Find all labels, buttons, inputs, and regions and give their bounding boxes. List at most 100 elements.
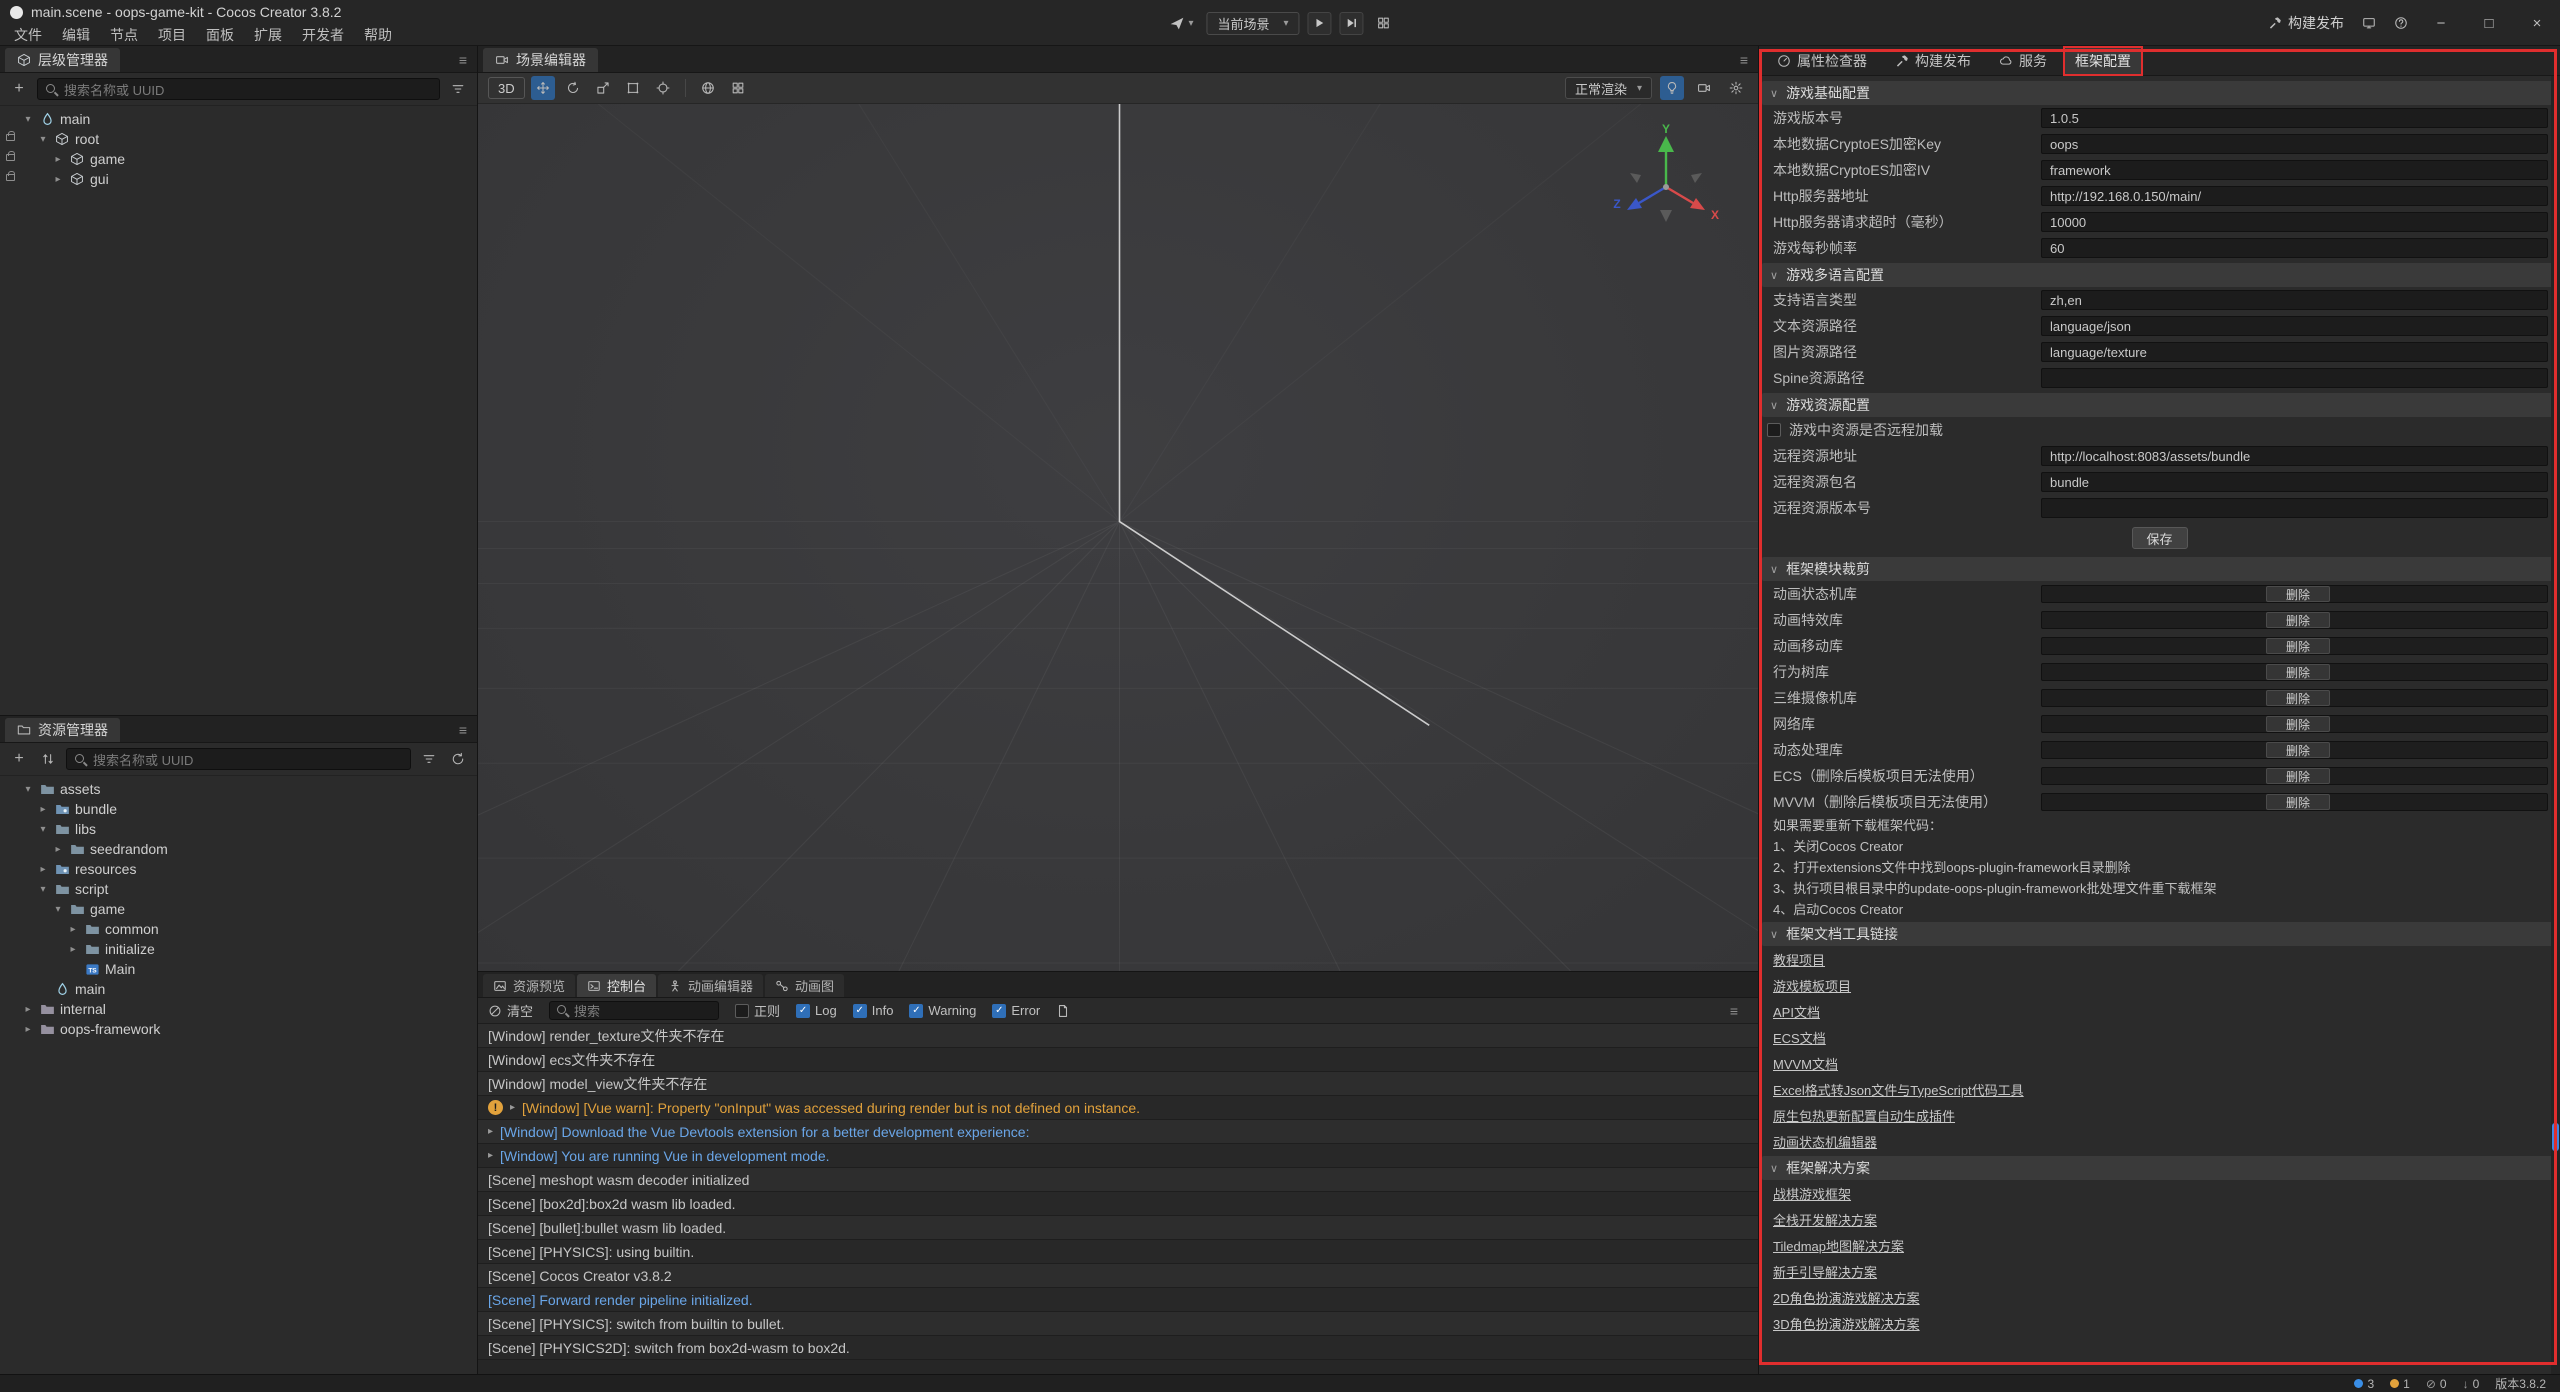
expand-arrow-icon[interactable]: ▸ [67, 944, 79, 955]
rect-tool-button[interactable] [621, 76, 645, 100]
doc-link[interactable]: MVVM文档 [1773, 1054, 1838, 1073]
download-count[interactable]: ↓0 [2463, 1377, 2480, 1391]
filter-Warning[interactable]: Warning [909, 1003, 976, 1018]
tree-item-bundle[interactable]: ▸bundle [0, 799, 477, 819]
tree-item-game[interactable]: ▸game [0, 149, 477, 169]
text-input[interactable]: 10000 [2041, 212, 2548, 232]
expand-arrow-icon[interactable]: ▸ [510, 1102, 515, 1113]
tab-框架配置[interactable]: 框架配置 [2063, 46, 2143, 76]
doc-link-row[interactable]: 3D角色扮演游戏解决方案 [1759, 1310, 2560, 1336]
log-row[interactable]: [Window] model_view文件夹不存在 [478, 1072, 1758, 1096]
panel-menu-icon[interactable]: ≡ [459, 722, 467, 738]
expand-arrow-icon[interactable]: ▾ [22, 784, 34, 795]
doc-link[interactable]: 原生包热更新配置自动生成插件 [1773, 1106, 1955, 1125]
delete-button[interactable]: 删除 [2266, 690, 2330, 706]
section-header[interactable]: ∨游戏基础配置 [1762, 81, 2557, 105]
log-row[interactable]: ▸[Window] Download the Vue Devtools exte… [478, 1120, 1758, 1144]
delete-button[interactable]: 删除 [2266, 768, 2330, 784]
refresh-icon[interactable] [447, 748, 469, 770]
delete-button[interactable]: 删除 [2266, 742, 2330, 758]
snap-grid-button[interactable] [726, 76, 750, 100]
tab-属性检查器[interactable]: 属性检查器 [1765, 46, 1879, 76]
doc-link-row[interactable]: 2D角色扮演游戏解决方案 [1759, 1284, 2560, 1310]
log-row[interactable]: [Scene] [PHYSICS2D]: switch from box2d-w… [478, 1336, 1758, 1360]
menu-文件[interactable]: 文件 [4, 25, 52, 45]
add-node-button[interactable]: + [8, 78, 30, 100]
section-header[interactable]: ∨框架文档工具链接 [1762, 922, 2557, 946]
expand-arrow-icon[interactable]: ▸ [22, 1004, 34, 1015]
expand-arrow-icon[interactable]: ▸ [52, 844, 64, 855]
text-input[interactable] [2041, 498, 2548, 518]
light-toggle-button[interactable] [1660, 76, 1684, 100]
checkbox[interactable] [992, 1004, 1006, 1018]
device-preview-button[interactable] [1372, 12, 1396, 35]
scene-viewport[interactable]: Y X Z [478, 104, 1758, 971]
preview-platform-button[interactable]: ▾ [1164, 12, 1198, 35]
doc-link[interactable]: 教程项目 [1773, 950, 1825, 969]
tree-item-oops-framework[interactable]: ▸oops-framework [0, 1019, 477, 1039]
delete-button[interactable]: 删除 [2266, 612, 2330, 628]
tree-item-seedrandom[interactable]: ▸seedrandom [0, 839, 477, 859]
doc-link[interactable]: API文档 [1773, 1002, 1820, 1021]
text-input[interactable]: 60 [2041, 238, 2548, 258]
menu-帮助[interactable]: 帮助 [354, 25, 402, 45]
log-row[interactable]: [Scene] meshopt wasm decoder initialized [478, 1168, 1758, 1192]
play-button[interactable] [1308, 12, 1332, 35]
hierarchy-search-input[interactable]: 搜索名称或 UUID [37, 78, 440, 100]
text-input[interactable]: http://localhost:8083/assets/bundle [2041, 446, 2548, 466]
console-search-input[interactable]: 搜索 [549, 1001, 719, 1020]
log-row[interactable]: [Scene] Forward render pipeline initiali… [478, 1288, 1758, 1312]
expand-arrow-icon[interactable]: ▸ [488, 1150, 493, 1161]
tree-item-main[interactable]: main [0, 979, 477, 999]
section-header[interactable]: ∨游戏资源配置 [1762, 393, 2557, 417]
scrollbar-thumb[interactable] [2552, 1123, 2559, 1151]
scene-editor-tab[interactable]: 场景编辑器 [483, 48, 598, 72]
move-tool-button[interactable] [531, 76, 555, 100]
info-count[interactable]: 3 [2354, 1377, 2374, 1391]
tree-item-root[interactable]: ▾root [0, 129, 477, 149]
log-row[interactable]: !▸[Window] [Vue warn]: Property "onInput… [478, 1096, 1758, 1120]
lock-icon[interactable] [6, 174, 15, 181]
text-input[interactable]: language/json [2041, 316, 2548, 336]
expand-arrow-icon[interactable]: ▾ [22, 114, 34, 125]
panel-menu-icon[interactable]: ≡ [459, 52, 467, 68]
doc-link[interactable]: 战棋游戏框架 [1773, 1184, 1851, 1203]
console-tab-动画编辑器[interactable]: 动画编辑器 [658, 974, 763, 997]
scale-tool-button[interactable] [591, 76, 615, 100]
error-count[interactable]: ⊘0 [2426, 1377, 2447, 1391]
section-header[interactable]: ∨游戏多语言配置 [1762, 263, 2557, 287]
log-row[interactable]: [Scene] Cocos Creator v3.8.2 [478, 1264, 1758, 1288]
save-button[interactable]: 保存 [2132, 527, 2188, 549]
expand-arrow-icon[interactable]: ▾ [37, 884, 49, 895]
expand-arrow-icon[interactable]: ▸ [22, 1024, 34, 1035]
checkbox[interactable] [796, 1004, 810, 1018]
tree-item-main[interactable]: ▾main [0, 109, 477, 129]
menu-项目[interactable]: 项目 [148, 25, 196, 45]
expand-arrow-icon[interactable]: ▸ [67, 924, 79, 935]
coordinate-mode-button[interactable] [696, 76, 720, 100]
delete-button[interactable]: 删除 [2266, 716, 2330, 732]
console-tab-控制台[interactable]: 控制台 [577, 974, 656, 997]
panel-menu-icon[interactable]: ≡ [1730, 1003, 1738, 1019]
sort-icon[interactable] [37, 748, 59, 770]
doc-link-row[interactable]: 全栈开发解决方案 [1759, 1206, 2560, 1232]
step-button[interactable] [1340, 12, 1364, 35]
tree-item-resources[interactable]: ▸resources [0, 859, 477, 879]
tab-构建发布[interactable]: 构建发布 [1883, 46, 1983, 76]
tree-item-assets[interactable]: ▾assets [0, 779, 477, 799]
log-row[interactable]: [Window] render_texture文件夹不存在 [478, 1024, 1758, 1048]
doc-link-row[interactable]: ECS文档 [1759, 1024, 2560, 1050]
filter-Error[interactable]: Error [992, 1003, 1040, 1018]
scrollbar[interactable] [2551, 76, 2560, 1374]
assets-tab[interactable]: 资源管理器 [5, 718, 120, 742]
doc-link[interactable]: 新手引导解决方案 [1773, 1262, 1877, 1281]
text-input[interactable]: oops [2041, 134, 2548, 154]
expand-arrow-icon[interactable]: ▾ [37, 824, 49, 835]
filter-icon[interactable] [418, 748, 440, 770]
section-header[interactable]: ∨框架解决方案 [1762, 1156, 2557, 1180]
filter-Log[interactable]: Log [796, 1003, 837, 1018]
tree-item-common[interactable]: ▸common [0, 919, 477, 939]
layout-icon[interactable] [2362, 16, 2376, 30]
doc-link[interactable]: 3D角色扮演游戏解决方案 [1773, 1314, 1920, 1333]
doc-link[interactable]: 全栈开发解决方案 [1773, 1210, 1877, 1229]
